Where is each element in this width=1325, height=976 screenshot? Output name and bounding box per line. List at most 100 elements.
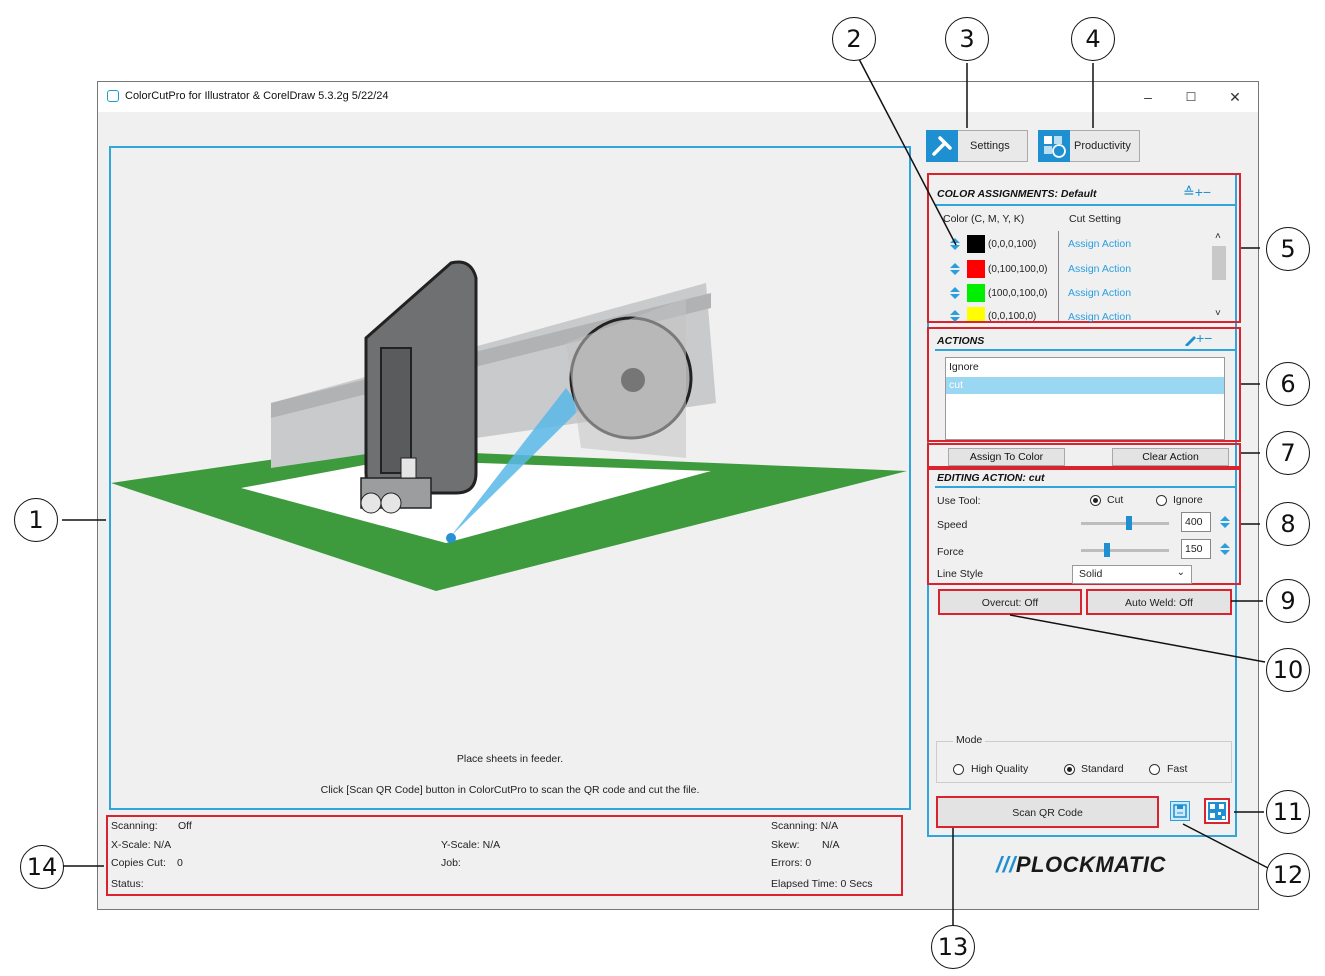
speed-slider[interactable] [1081, 522, 1169, 525]
color-assignments-controls[interactable]: ≙+− [1183, 184, 1211, 201]
speed-stepper-icon[interactable] [1219, 515, 1231, 529]
assign-to-color-button[interactable]: Assign To Color [948, 448, 1065, 466]
mode-standard-radio[interactable] [1064, 764, 1075, 775]
assign-action-link[interactable]: Assign Action [1068, 238, 1131, 250]
callout-9: 9 [1266, 579, 1310, 623]
copies-cut-value: 0 [177, 857, 183, 869]
preview-canvas: Place sheets in feeder. Click [Scan QR C… [109, 146, 911, 810]
color-assignments-section: COLOR ASSIGNMENTS: Default ≙+− Color (C,… [927, 173, 1241, 323]
color-swatch-yellow [967, 307, 985, 321]
color-list-scrollbar[interactable]: ˄ ˅ [1212, 231, 1226, 321]
callout-10: 10 [1266, 648, 1310, 692]
scanning-value: Off [178, 820, 192, 832]
productivity-button[interactable]: Productivity [1038, 129, 1140, 162]
force-label: Force [937, 546, 964, 558]
line-style-select[interactable]: Solid ⌄ [1072, 565, 1192, 584]
save-icon[interactable] [1170, 801, 1190, 821]
y-scale: Y-Scale: N/A [441, 839, 501, 851]
color-cmyk-value: (0,0,0,100) [988, 239, 1037, 250]
overcut-button[interactable]: Overcut: Off [938, 589, 1082, 615]
color-swatch-green [967, 284, 985, 302]
callout-7: 7 [1266, 431, 1310, 475]
qr-code-icon[interactable] [1204, 798, 1230, 824]
plockmatic-logo: ///PLOCKMATIC [996, 852, 1166, 878]
assign-action-link[interactable]: Assign Action [1068, 287, 1131, 299]
maximize-button[interactable]: ☐ [1176, 87, 1206, 107]
mode-fast-radio[interactable] [1149, 764, 1160, 775]
window-title: ColorCutPro for Illustrator & CorelDraw … [125, 90, 389, 102]
speed-input[interactable]: 400 [1181, 512, 1211, 532]
tool-ignore-label: Ignore [1173, 494, 1203, 506]
tool-cut-radio[interactable] [1090, 495, 1101, 506]
settings-button[interactable]: Settings [926, 129, 1028, 162]
callout-6: 6 [1266, 362, 1310, 406]
editing-action-section: EDITING ACTION: cut Use Tool: Cut Ignore… [927, 468, 1241, 585]
scan-qr-code-label: Scan QR Code [1012, 807, 1083, 819]
scroll-thumb[interactable] [1212, 246, 1226, 280]
callout-14: 14 [20, 845, 64, 889]
cut-setting-column-header: Cut Setting [1069, 213, 1121, 225]
scanning-right: Scanning: N/A [771, 820, 839, 832]
force-input[interactable]: 150 [1181, 539, 1211, 559]
app-window: ColorCutPro for Illustrator & CorelDraw … [97, 81, 1259, 910]
elapsed-time: Elapsed Time: 0 Secs [771, 878, 873, 890]
action-item-ignore[interactable]: Ignore [949, 361, 979, 373]
force-slider[interactable] [1081, 549, 1169, 552]
assign-action-link[interactable]: Assign Action [1068, 263, 1131, 275]
actions-section: ACTIONS +− Ignore cut [927, 327, 1241, 442]
action-buttons-section: Assign To Color Clear Action [927, 443, 1241, 468]
callout-3: 3 [945, 17, 989, 61]
tool-cut-label: Cut [1107, 494, 1124, 506]
settings-label: Settings [970, 140, 1010, 152]
reorder-arrows-icon[interactable] [949, 262, 961, 276]
action-item-cut[interactable]: cut [946, 377, 1224, 394]
line-style-label: Line Style [937, 568, 984, 580]
skew-label: Skew: [771, 839, 800, 851]
actions-controls[interactable]: +− [1196, 330, 1212, 346]
reorder-arrows-icon[interactable] [949, 286, 961, 300]
title-bar: ColorCutPro for Illustrator & CorelDraw … [98, 82, 1258, 112]
job-label: Job: [441, 857, 461, 869]
close-button[interactable]: ✕ [1220, 87, 1250, 107]
reorder-arrows-icon[interactable] [949, 237, 961, 251]
clear-action-button[interactable]: Clear Action [1112, 448, 1229, 466]
auto-weld-button[interactable]: Auto Weld: Off [1086, 589, 1232, 615]
reorder-arrows-icon[interactable] [949, 309, 961, 323]
color-assignments-title: COLOR ASSIGNMENTS: Default [937, 188, 1097, 200]
force-slider-thumb[interactable] [1104, 543, 1111, 557]
tool-ignore-radio[interactable] [1156, 495, 1167, 506]
copies-cut-label: Copies Cut: [111, 857, 166, 869]
chevron-down-icon: ⌄ [1176, 567, 1185, 578]
mode-high-quality-label: High Quality [971, 763, 1029, 775]
line-style-value: Solid [1079, 568, 1103, 580]
app-icon [107, 90, 119, 102]
callout-2: 2 [832, 17, 876, 61]
minimize-button[interactable]: – [1133, 87, 1163, 107]
callout-8: 8 [1266, 502, 1310, 546]
force-stepper-icon[interactable] [1219, 542, 1231, 556]
scroll-up-icon[interactable]: ˄ [1215, 231, 1221, 242]
color-swatch-black [967, 235, 985, 253]
speed-label: Speed [937, 519, 968, 531]
scroll-down-icon[interactable]: ˅ [1215, 308, 1221, 319]
skew-value: N/A [822, 839, 840, 851]
callout-12: 12 [1266, 853, 1310, 897]
errors: Errors: 0 [771, 857, 812, 869]
pencil-icon[interactable] [1183, 334, 1197, 346]
color-cmyk-value: (100,0,100,0) [988, 288, 1048, 299]
status-label: Status: [111, 878, 144, 890]
status-panel: Scanning: Off X-Scale: N/A Copies Cut: 0… [106, 815, 903, 896]
scan-qr-code-button[interactable]: Scan QR Code [936, 796, 1159, 828]
wrench-icon [926, 129, 958, 162]
color-cmyk-value: (0,100,100,0) [988, 264, 1048, 275]
color-swatch-red [967, 260, 985, 278]
mode-fast-label: Fast [1167, 763, 1188, 775]
callout-5: 5 [1266, 227, 1310, 271]
color-column-header: Color (C, M, Y, K) [943, 213, 1025, 225]
cutter-illustration [111, 260, 907, 591]
mode-high-quality-radio[interactable] [953, 764, 964, 775]
mode-standard-label: Standard [1081, 763, 1124, 775]
speed-slider-thumb[interactable] [1126, 516, 1133, 530]
assign-action-link[interactable]: Assign Action [1068, 311, 1131, 323]
auto-weld-label: Auto Weld: Off [1125, 597, 1193, 609]
